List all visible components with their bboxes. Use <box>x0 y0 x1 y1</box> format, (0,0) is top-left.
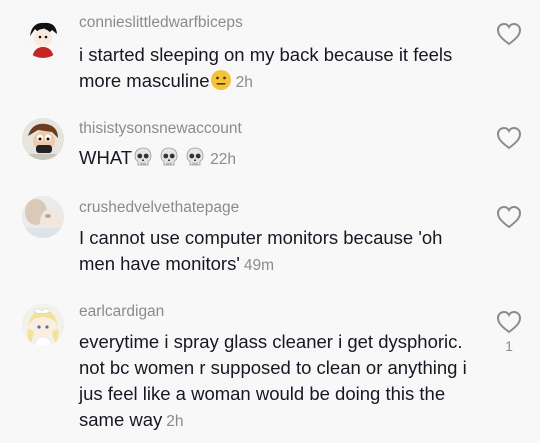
comment-timestamp: 2h <box>166 413 184 430</box>
like-button[interactable] <box>496 22 522 46</box>
skull-emoji-icon <box>186 147 204 166</box>
comment-timestamp: 2h <box>235 74 253 91</box>
comment-text: WHAT <box>79 147 133 168</box>
heart-icon <box>496 310 522 334</box>
comment-username[interactable]: earlcardigan <box>79 303 164 321</box>
like-count: 1 <box>505 338 513 354</box>
comment-username[interactable]: thisistysonsnewaccount <box>79 120 242 138</box>
comment-username[interactable]: connieslittledwarfbiceps <box>79 14 243 32</box>
neutral-face-emoji-icon <box>210 70 231 90</box>
skull-emoji-icon <box>134 147 152 166</box>
comment-text-block: WHAT 22h <box>79 145 479 173</box>
avatar[interactable] <box>22 196 64 238</box>
comment-timestamp: 22h <box>210 151 236 168</box>
avatar[interactable] <box>22 304 64 346</box>
avatar-image <box>22 196 64 238</box>
like-button[interactable] <box>496 205 522 229</box>
comment-timestamp: 49m <box>243 257 275 274</box>
comment-text-block: i started sleeping on my back because it… <box>79 42 479 96</box>
comment-username[interactable]: crushedvelvethatepage <box>79 199 239 217</box>
heart-icon <box>496 22 522 46</box>
avatar-image <box>22 16 64 58</box>
avatar-image <box>22 304 64 346</box>
comment-text: i started sleeping on my back because it… <box>79 44 453 91</box>
comment-text-block: I cannot use computer monitors because '… <box>79 225 469 279</box>
like-button[interactable] <box>496 126 522 150</box>
comment-text-block: everytime i spray glass cleaner i get dy… <box>79 329 479 435</box>
heart-icon <box>496 205 522 229</box>
comment-text: everytime i spray glass cleaner i get dy… <box>79 331 467 430</box>
like-button[interactable] <box>496 310 522 334</box>
avatar-image <box>22 118 64 160</box>
avatar[interactable] <box>22 16 64 58</box>
heart-icon <box>496 126 522 150</box>
skull-emoji-icon <box>160 147 178 166</box>
avatar[interactable] <box>22 118 64 160</box>
